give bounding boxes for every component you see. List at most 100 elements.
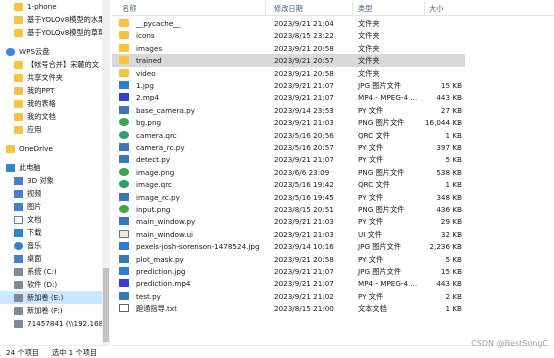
file-row[interactable]: image_rc.py 2023/5/16 19:45 PY 文件 348 KB xyxy=(112,191,465,203)
music-icon xyxy=(14,241,23,250)
file-row[interactable]: plot_mask.py 2023/9/21 20:58 PY 文件 5 KB xyxy=(112,253,465,265)
file-type: PY 文件 xyxy=(358,155,384,165)
file-row[interactable]: main_window.py 2023/9/21 21:03 PY 文件 29 KB xyxy=(112,215,465,227)
nav-item[interactable]: 音乐 xyxy=(0,239,103,252)
file-row[interactable]: 跑通指导.txt 2023/8/15 21:00 文本文档 1 KB xyxy=(112,302,465,314)
file-row[interactable]: trained 2023/9/21 20:57 文件夹 xyxy=(112,54,465,67)
nav-item[interactable]: 71457841 (\\192.168 xyxy=(0,317,103,330)
folder-icon xyxy=(14,60,23,69)
nav-item-label: 桌面 xyxy=(27,253,42,263)
column-type-header[interactable]: 类型 xyxy=(358,4,372,14)
column-name-header[interactable]: 名称 xyxy=(122,4,136,14)
file-row[interactable]: icons 2023/8/15 23:22 文件夹 xyxy=(112,29,465,41)
file-date: 2023/8/15 21:00 xyxy=(274,304,334,314)
nav-item[interactable]: 3D 对象 xyxy=(0,174,103,187)
nav-item[interactable]: 1-phone xyxy=(0,0,103,13)
column-size-header[interactable]: 大小 xyxy=(429,4,443,14)
file-name: images xyxy=(136,43,163,53)
video-file-icon xyxy=(119,93,129,102)
file-type: QRC 文件 xyxy=(358,130,390,140)
file-type: UI 文件 xyxy=(358,229,383,239)
file-type: PY 文件 xyxy=(358,217,384,227)
file-row[interactable]: image.qrc 2023/5/16 19:42 QRC 文件 1 KB xyxy=(112,178,465,190)
navigation-scrollbar[interactable] xyxy=(102,0,110,345)
nav-item[interactable]: 【帐号合并】宋麓的文 xyxy=(0,58,103,71)
file-row[interactable]: detect.py 2023/9/21 21:07 PY 文件 5 KB xyxy=(112,153,465,165)
folder-icon xyxy=(14,28,23,37)
file-row[interactable]: base_camera.py 2023/9/14 23:53 PY 文件 27 KB xyxy=(112,104,465,116)
nav-item[interactable]: 新加卷 (E:) xyxy=(0,291,103,304)
nav-item-label: 文档 xyxy=(27,214,42,224)
nav-item-label: 此电脑 xyxy=(19,162,41,172)
folder-icon xyxy=(119,43,129,52)
file-row[interactable]: __pycache__ 2023/9/21 21:04 文件夹 xyxy=(112,17,465,29)
file-date: 2023/8/15 23:22 xyxy=(274,31,334,41)
nav-item[interactable]: 共享文件夹 xyxy=(0,71,103,84)
nav-item[interactable]: 软件 (D:) xyxy=(0,278,103,291)
file-row[interactable]: prediction.jpg 2023/9/21 21:07 JPG 图片文件 15 … xyxy=(112,265,465,277)
file-row[interactable]: input.png 2023/8/15 20:51 PNG 图片文件 436 KB xyxy=(112,203,465,215)
file-date: 2023/9/21 20:58 xyxy=(274,43,334,53)
file-date: 2023/5/16 19:45 xyxy=(274,192,334,202)
file-row[interactable]: pexels-josh-sorenson-1478524.jpg 2023/9/1… xyxy=(112,240,465,252)
nav-item[interactable]: 视频 xyxy=(0,187,103,200)
file-row[interactable]: video 2023/9/21 20:58 文件夹 xyxy=(112,67,465,79)
file-row[interactable]: images 2023/9/21 20:58 文件夹 xyxy=(112,42,465,54)
file-date: 2023/9/21 20:58 xyxy=(274,68,334,78)
nav-item[interactable]: 桌面 xyxy=(0,252,103,265)
file-name: camera_rc.py xyxy=(136,143,185,152)
file-date: 2023/9/21 21:07 xyxy=(274,267,334,276)
nav-item[interactable]: 系统 (C:) xyxy=(0,265,103,278)
file-type: QRC 文件 xyxy=(358,180,390,190)
file-row[interactable]: bg.png 2023/9/21 21:03 PNG 图片文件 16,044 KB xyxy=(112,116,465,128)
jpg-image-icon xyxy=(119,81,129,89)
nav-item[interactable]: 我的PPT xyxy=(0,84,103,97)
file-date: 2023/9/21 21:03 xyxy=(274,118,334,128)
file-size: 348 KB xyxy=(436,192,462,202)
file-name: bg.png xyxy=(136,118,162,128)
file-type: 文件夹 xyxy=(358,19,380,28)
file-type: MP4 - MPEG-4 ... xyxy=(358,93,418,103)
file-row[interactable]: main_window.ui 2023/9/21 21:03 UI 文件 32 KB xyxy=(112,228,465,240)
python-file-icon xyxy=(119,155,129,164)
file-row[interactable]: camera.qrc 2023/5/16 20:56 QRC 文件 1 KB xyxy=(112,129,465,141)
nav-item[interactable]: 下载 xyxy=(0,226,103,239)
nav-item[interactable]: 应用 xyxy=(0,123,103,136)
file-row[interactable]: 1.jpg 2023/9/21 21:07 JPG 图片文件 15 KB xyxy=(112,79,465,91)
scrollbar-thumb[interactable] xyxy=(103,268,109,342)
file-row[interactable]: camera_rc.py 2023/5/16 20:57 PY 文件 397 KB xyxy=(112,141,465,153)
nav-item[interactable]: 此电脑 xyxy=(0,161,103,174)
file-row[interactable]: 2.mp4 2023/9/21 21:07 MP4 - MPEG-4 ... 443 … xyxy=(112,91,465,103)
file-type: 文件夹 xyxy=(358,31,380,41)
nav-item[interactable]: 基于YOLOv8模型的草莓 xyxy=(0,26,103,39)
column-divider[interactable] xyxy=(352,1,353,15)
file-date: 2023/9/21 21:07 xyxy=(274,81,334,90)
folder-icon xyxy=(14,86,23,95)
file-row[interactable]: prediction.mp4 2023/9/21 21:07 MP4 - MPEG-… xyxy=(112,277,465,289)
nav-item[interactable]: 文档 xyxy=(0,213,103,226)
file-explorer-window: 1-phone 基于YOLOv8模型的水果 基于YOLOv8模型的草莓 WPS云盘 【帐… xyxy=(0,0,554,358)
item-count: 24 个项目 xyxy=(6,348,39,357)
column-divider[interactable] xyxy=(424,1,425,15)
video-file-icon xyxy=(119,279,129,288)
file-name: image_rc.py xyxy=(136,192,180,202)
file-size: 436 KB xyxy=(436,205,462,214)
nav-item[interactable]: 我的文档 xyxy=(0,110,103,123)
column-date-header[interactable]: 修改日期 xyxy=(274,4,303,14)
file-row[interactable]: image.png 2023/6/6 23:09 PNG 图片文件 538 KB xyxy=(112,166,465,178)
nav-item[interactable]: 新加卷 (F:) xyxy=(0,304,103,317)
nav-item[interactable]: 图片 xyxy=(0,200,103,213)
nav-item[interactable]: WPS云盘 xyxy=(0,45,103,58)
nav-item[interactable]: 我的表格 xyxy=(0,97,103,110)
file-size: 5 KB xyxy=(445,254,462,264)
file-date: 2023/8/15 20:51 xyxy=(274,205,334,214)
folder-icon xyxy=(14,112,23,121)
file-size: 15 KB xyxy=(440,81,462,90)
nav-item[interactable]: OneDrive xyxy=(0,142,103,155)
file-size: 443 KB xyxy=(436,93,462,103)
column-divider[interactable] xyxy=(265,1,266,15)
file-type: PNG 图片文件 xyxy=(358,205,405,214)
nav-item[interactable]: 基于YOLOv8模型的水果 xyxy=(0,13,103,26)
file-row[interactable]: test.py 2023/9/21 21:02 PY 文件 2 KB xyxy=(112,290,465,302)
nav-item-label: 新加卷 (F:) xyxy=(27,305,63,315)
